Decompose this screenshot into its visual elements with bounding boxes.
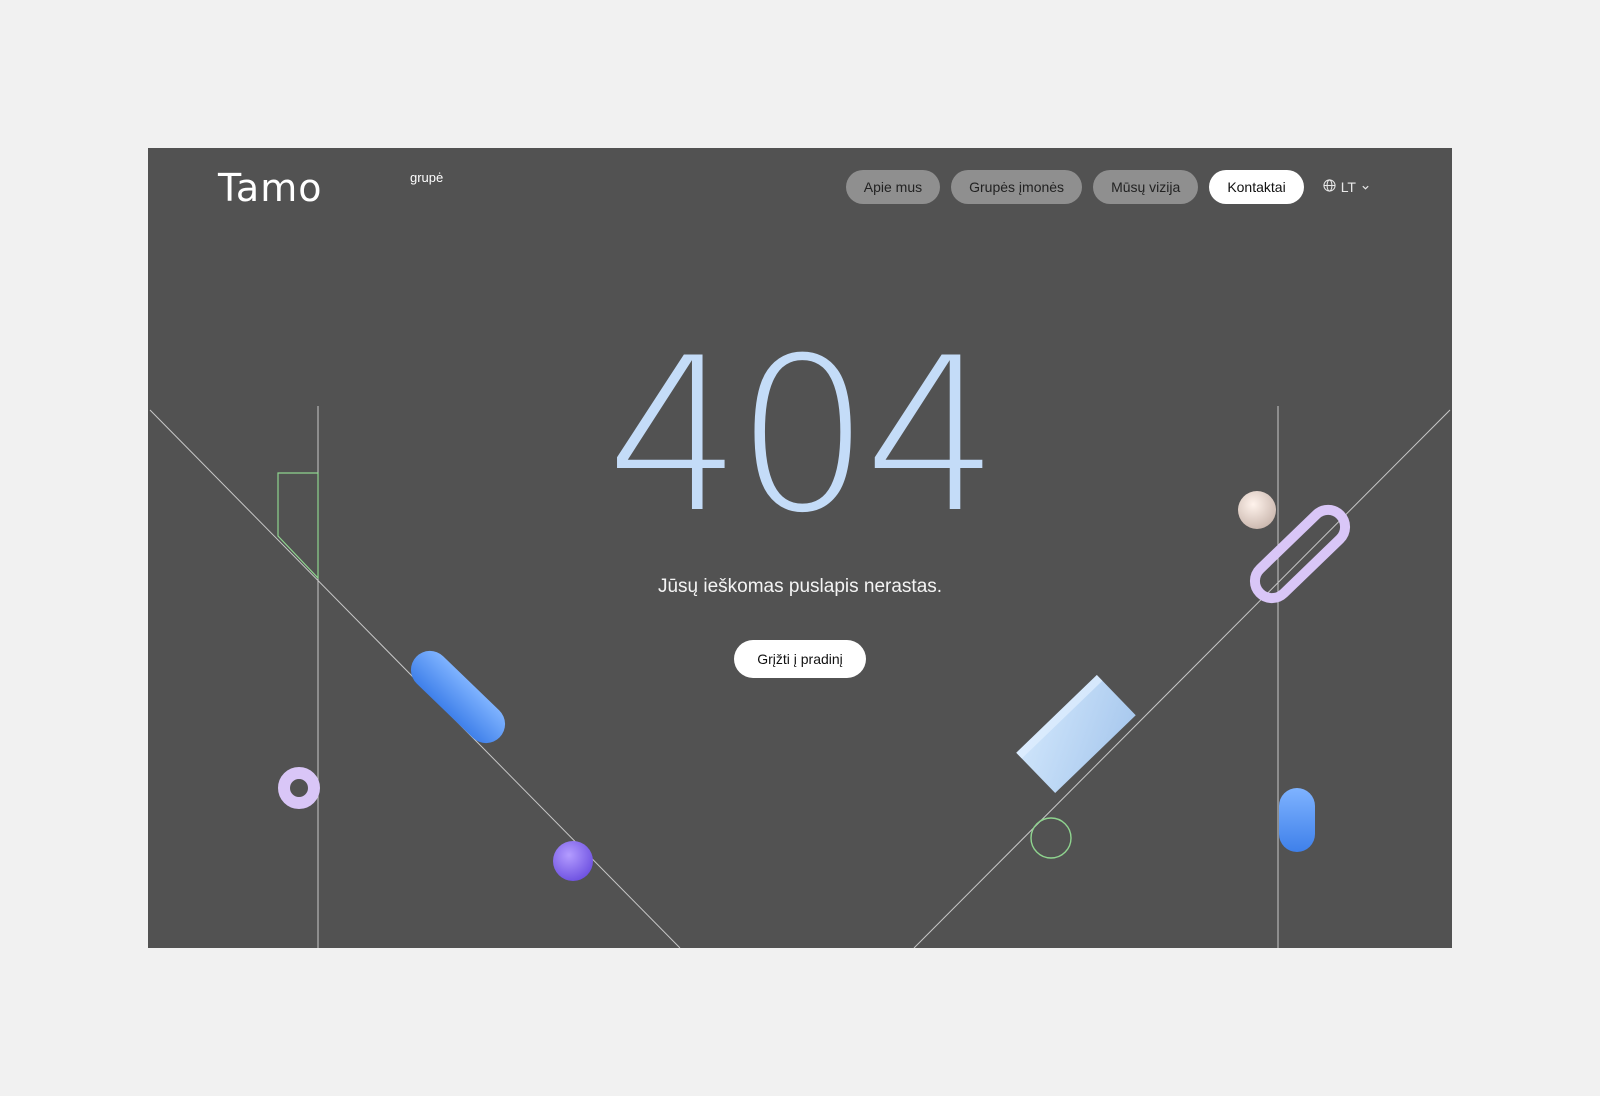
language-code: LT: [1340, 179, 1356, 195]
purple-ball-shape: [553, 841, 593, 881]
nav-item-companies[interactable]: Grupės įmonės: [951, 170, 1083, 204]
hero-frame: Tamo grupė Apie mus Grupės įmonės Mūsų v…: [148, 148, 1452, 948]
language-selector[interactable]: LT: [1323, 179, 1370, 195]
back-home-button[interactable]: Grįžti į pradinį: [734, 640, 866, 678]
light-blue-block-shape: [1016, 674, 1136, 794]
main-nav: Apie mus Grupės įmonės Mūsų vizija Konta…: [845, 170, 1370, 204]
chevron-down-icon: [1361, 179, 1370, 195]
nav-item-vision[interactable]: Mūsų vizija: [1093, 170, 1199, 204]
logo-subtitle: grupė: [410, 170, 444, 185]
error-message: Jūsų ieškomas puslapis nerastas.: [657, 576, 943, 597]
globe-icon: [1323, 179, 1336, 195]
tamo-logo[interactable]: Tamo grupė: [218, 166, 443, 210]
error-code: 404: [606, 312, 1000, 559]
green-circle-outline: [1030, 817, 1072, 859]
blue-pill-shape: [410, 650, 506, 744]
blue-capsule-shape: [1279, 788, 1315, 852]
logo-wordmark: Tamo: [218, 166, 323, 210]
lavender-donut-shape: [278, 767, 320, 809]
contact-button[interactable]: Kontaktai: [1209, 170, 1304, 204]
nav-item-about[interactable]: Apie mus: [845, 170, 941, 204]
